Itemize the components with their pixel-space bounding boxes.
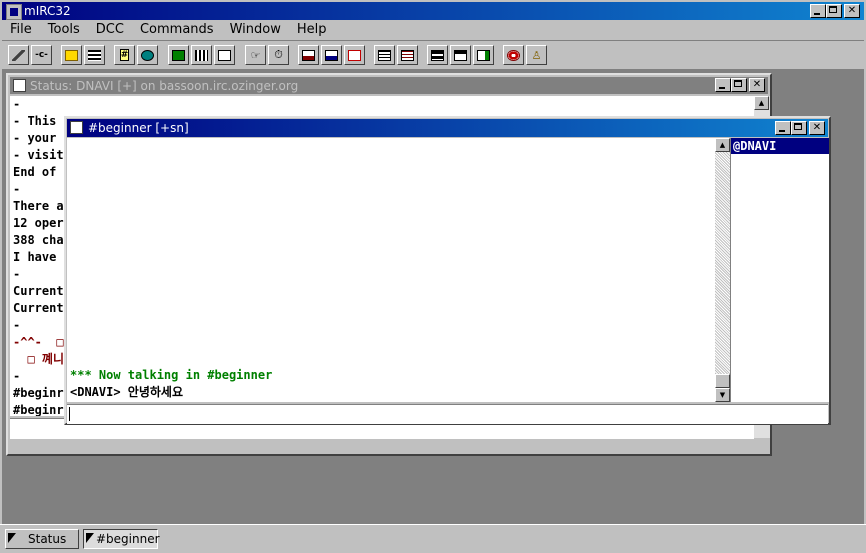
nick-list-item[interactable]: @DNAVI [731,138,829,154]
arrange-icon[interactable] [473,45,494,65]
mirc-app-icon[interactable] [6,4,22,20]
toolbar: -c- # ☞ ⏱ ♙ [2,40,864,69]
menu-file[interactable]: File [2,20,40,40]
taskbar-status-label: Status [28,532,67,546]
taskbar-status-button[interactable]: Status [5,529,79,549]
disconnect-icon[interactable]: -c- [31,45,52,65]
channel-text-area[interactable]: *** Now talking in #beginner <DNAVI> 안녕하세… [67,138,715,402]
status-scroll-up-button[interactable]: ▲ [754,96,769,110]
status-task-icon [8,533,16,543]
app-close-button[interactable] [844,4,860,18]
channel-title-bar[interactable]: #beginner [+sn] [67,119,828,137]
help-icon[interactable] [503,45,524,65]
menu-window[interactable]: Window [222,20,289,40]
nick-list[interactable]: @DNAVI [730,138,829,402]
menu-bar: File Tools DCC Commands Window Help [2,20,864,40]
channel-line: <DNAVI> 안녕하세요 [70,385,183,399]
status-title: Status: DNAVI [+] on bassoon.irc.ozinger… [30,79,299,93]
channel-scroll-down-button[interactable]: ▼ [715,388,730,402]
address-book-icon[interactable] [214,45,235,65]
status-close-button[interactable] [749,78,765,92]
channel-scrollbar[interactable]: ▲ ▼ [715,138,730,402]
urls-icon[interactable] [191,45,212,65]
text-caret [69,407,70,421]
mdi-workspace: Status: DNAVI [+] on bassoon.irc.ozinger… [2,69,864,524]
menu-commands[interactable]: Commands [132,20,222,40]
options-icon[interactable] [84,45,105,65]
status-maximize-button[interactable] [731,78,747,92]
about-icon[interactable]: ♙ [526,45,547,65]
channel-input[interactable] [67,404,828,424]
status-window-icon[interactable] [13,79,26,92]
taskbar-beginner-button[interactable]: #beginner [83,529,160,549]
menu-tools[interactable]: Tools [40,20,88,40]
status-minimize-button[interactable] [715,78,731,92]
url-list-icon[interactable] [397,45,418,65]
channels-icon[interactable]: # [114,45,135,65]
folder-icon[interactable] [61,45,82,65]
dcc-chat-icon[interactable] [321,45,342,65]
channel-minimize-button[interactable] [775,121,791,135]
app-title-bar[interactable]: mIRC32 [2,2,864,20]
globe-icon[interactable] [137,45,158,65]
status-title-bar[interactable]: Status: DNAVI [+] on bassoon.irc.ozinger… [10,77,768,94]
app-minimize-button[interactable] [810,4,826,18]
notify-icon[interactable] [168,45,189,65]
menu-help[interactable]: Help [289,20,335,40]
ignore-icon[interactable]: ☞ [245,45,266,65]
notify-list-icon[interactable] [374,45,395,65]
app-title: mIRC32 [24,4,71,18]
channel-close-button[interactable] [809,121,825,135]
app-maximize-button[interactable] [826,4,842,18]
window-taskbar: Status #beginner [0,524,866,553]
status-line: - [13,97,21,111]
channel-task-icon [86,533,94,543]
channel-scroll-up-button[interactable]: ▲ [715,138,730,152]
taskbar-beginner-label: #beginner [96,532,160,546]
timer-icon[interactable]: ⏱ [268,45,289,65]
connect-icon[interactable] [8,45,29,65]
cascade-icon[interactable] [450,45,471,65]
channel-window-icon[interactable] [70,121,83,134]
menu-dcc[interactable]: DCC [88,20,132,40]
channel-scroll-thumb[interactable] [715,374,730,388]
channel-title: #beginner [+sn] [88,121,189,135]
tile-horizontal-icon[interactable] [427,45,448,65]
channel-line: *** Now talking in #beginner [70,368,273,382]
dcc-list-icon[interactable] [344,45,365,65]
channel-maximize-button[interactable] [791,121,807,135]
dcc-send-icon[interactable] [298,45,319,65]
channel-window[interactable]: #beginner [+sn] *** Now talking in #begi… [64,116,831,425]
